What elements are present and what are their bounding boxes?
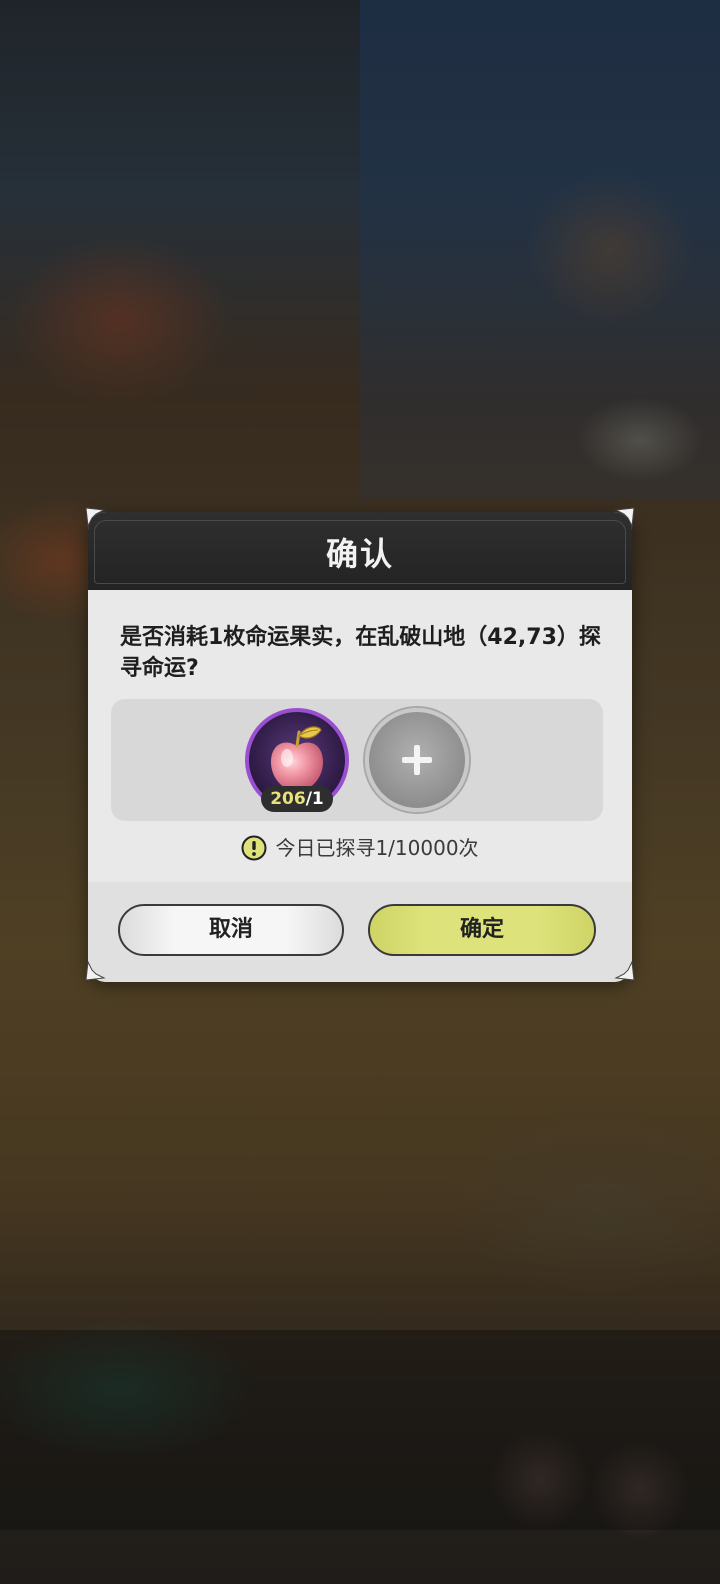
dialog-title: 确认 (325, 535, 394, 573)
confirm-button[interactable]: 确定 (368, 904, 596, 956)
corner-ornament-icon (614, 960, 636, 982)
item-slot-panel (111, 699, 603, 821)
confirm-message: 是否消耗1枚命运果实，在乱破山地（42,73）探寻命运? (120, 625, 601, 681)
item-owned-count: 206 (270, 789, 306, 809)
corner-ornament-icon (614, 506, 636, 528)
add-item-slot[interactable] (365, 708, 469, 812)
plus-icon (402, 745, 432, 775)
corner-ornament-icon (84, 506, 106, 528)
confirm-dialog: 确认 是否消耗1枚命运果实，在乱破山地（42,73）探寻命运? 206/1 今日… (88, 512, 632, 982)
daily-limit-info: 今日已探寻1/10000次 (88, 832, 632, 864)
dialog-header: 确认 (88, 512, 632, 590)
cancel-button[interactable]: 取消 (118, 904, 344, 956)
daily-limit-text: 今日已探寻1/10000次 (275, 836, 479, 860)
item-count-badge: 206/1 (261, 786, 333, 812)
corner-ornament-icon (84, 960, 106, 982)
exclamation-icon (241, 835, 267, 861)
item-required-count: /1 (305, 789, 324, 809)
